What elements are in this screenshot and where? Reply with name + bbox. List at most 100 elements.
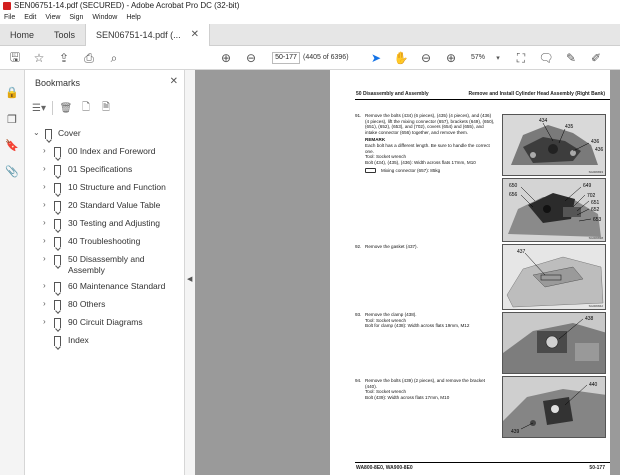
- chevron-down-icon[interactable]: ▾: [490, 50, 506, 66]
- chevron-right-icon[interactable]: ›: [43, 236, 46, 245]
- tab-document-label: SEN06751-14.pdf (...: [96, 30, 181, 40]
- search-icon[interactable]: ⌕: [106, 50, 122, 66]
- menu-file[interactable]: File: [4, 12, 15, 24]
- bookmark-label: Cover: [58, 128, 81, 138]
- page-header-title: Remove and Install Cylinder Head Assembl…: [468, 91, 605, 97]
- callout-label: 436: [591, 139, 600, 145]
- callout-label: 653: [593, 217, 602, 223]
- chevron-right-icon[interactable]: ›: [43, 317, 46, 326]
- new-bookmark-icon[interactable]: 🗋: [79, 101, 93, 115]
- pdf-page: 50 Disassembly and Assembly Remove and I…: [330, 70, 610, 475]
- left-navigation-rail: 🔒 ❐ 🔖 📎: [0, 70, 25, 475]
- zoom-out-icon[interactable]: ⊖: [418, 50, 434, 66]
- chevron-right-icon[interactable]: ›: [43, 299, 46, 308]
- callout-label: 702: [587, 193, 596, 199]
- trash-icon[interactable]: 🗑: [59, 101, 73, 115]
- chevron-down-icon[interactable]: ⌄: [33, 128, 40, 137]
- acrobat-app-icon: [3, 2, 11, 10]
- chevron-right-icon[interactable]: ›: [43, 281, 46, 290]
- bookmark-icon: [54, 318, 61, 328]
- bookmark-label: 80 Others: [68, 299, 106, 309]
- panel-splitter[interactable]: ◀: [185, 70, 195, 475]
- collapse-panel-icon[interactable]: ◀: [187, 275, 192, 283]
- hand-icon[interactable]: ✋: [393, 50, 409, 66]
- figure-clamp: 438: [502, 312, 606, 374]
- bookmark-label: 00 Index and Foreword: [68, 146, 156, 156]
- weight-icon: [365, 168, 376, 174]
- chevron-right-icon[interactable]: ›: [43, 182, 46, 191]
- tab-home[interactable]: Home: [0, 24, 44, 46]
- tab-tools[interactable]: Tools: [44, 24, 85, 46]
- bookmarks-title: Bookmarks: [35, 78, 81, 88]
- page-fit-icon[interactable]: ⛶: [513, 50, 529, 66]
- figure-code: SG006842: [588, 304, 603, 308]
- weight-line: Mixing connector (657): 85kg: [365, 168, 495, 174]
- bookmark-label: 01 Specifications: [68, 164, 133, 174]
- highlight-icon[interactable]: ✐: [588, 50, 604, 66]
- figure-bracket: 440 439: [502, 376, 606, 438]
- star-icon[interactable]: ☆: [31, 50, 47, 66]
- close-icon[interactable]: ✕: [191, 24, 199, 46]
- toolbar-divider: [52, 101, 53, 115]
- bolt-spec: Bolt for clamp (438): Width across flats…: [365, 323, 470, 329]
- bookmark-icon: [54, 300, 61, 310]
- figure-gasket: 437 SG006842: [502, 244, 606, 310]
- bookmark-icon: [54, 219, 61, 229]
- close-icon[interactable]: ✕: [170, 76, 178, 87]
- menu-bar: File Edit View Sign Window Help: [0, 12, 620, 24]
- chevron-right-icon[interactable]: ›: [43, 254, 46, 263]
- header-rule: [355, 99, 610, 100]
- step-number: 94.: [355, 378, 362, 383]
- bookmark-icon: [54, 183, 61, 193]
- zoom-in-icon[interactable]: ⊕: [443, 50, 459, 66]
- bookmark-icon[interactable]: 🔖: [5, 138, 19, 152]
- arrow-down-circle-icon[interactable]: ⊖: [243, 50, 259, 66]
- chevron-right-icon[interactable]: ›: [43, 218, 46, 227]
- callout-label: 435: [565, 124, 574, 130]
- bookmark-icon: [54, 282, 61, 292]
- chevron-right-icon[interactable]: ›: [43, 200, 46, 209]
- pages-icon[interactable]: ❐: [5, 112, 19, 126]
- menu-help[interactable]: Help: [126, 12, 140, 24]
- save-icon[interactable]: 🖫: [7, 50, 23, 66]
- callout-label: 652: [591, 207, 600, 213]
- bookmark-properties-icon[interactable]: 🗎: [99, 101, 113, 115]
- page-count: (4405 of 6396): [303, 54, 349, 61]
- bookmark-label: 30 Testing and Adjusting: [68, 218, 160, 228]
- menu-sign[interactable]: Sign: [69, 12, 83, 24]
- window-title: SEN06751-14.pdf (SECURED) - Adobe Acroba…: [14, 1, 240, 10]
- callout-label: 436: [595, 147, 604, 153]
- bookmark-icon: [54, 147, 61, 157]
- step-text: Remove the gasket (437).: [365, 244, 418, 249]
- bookmark-label: Index: [68, 335, 89, 345]
- bookmark-icon: [54, 165, 61, 175]
- document-viewport[interactable]: 50 Disassembly and Assembly Remove and I…: [195, 70, 620, 475]
- select-cursor-icon[interactable]: ➤: [368, 50, 384, 66]
- arrow-up-circle-icon[interactable]: ⊕: [218, 50, 234, 66]
- tab-document[interactable]: SEN06751-14.pdf (... ✕: [85, 24, 210, 46]
- attachment-icon[interactable]: 📎: [5, 164, 19, 178]
- menu-view[interactable]: View: [45, 12, 60, 24]
- print-icon[interactable]: ⎙: [81, 50, 97, 66]
- pen-icon[interactable]: ✎: [563, 50, 579, 66]
- chevron-right-icon[interactable]: ›: [43, 164, 46, 173]
- upload-icon[interactable]: ⇪: [56, 50, 72, 66]
- bookmark-icon: [54, 201, 61, 211]
- menu-window[interactable]: Window: [92, 12, 117, 24]
- page-number-input[interactable]: 50-177: [272, 52, 300, 64]
- step-number: 91.: [355, 113, 362, 118]
- comment-icon[interactable]: 🗨: [538, 50, 554, 66]
- page-footer-model: WA800-8E0, WA900-8E0: [356, 465, 413, 471]
- weight-text: Mixing connector (657): 85kg: [381, 168, 441, 174]
- options-menu-icon[interactable]: ☰▾: [32, 101, 46, 115]
- callout-label: 649: [583, 183, 592, 189]
- zoom-level[interactable]: 57%: [471, 54, 485, 61]
- lock-icon[interactable]: 🔒: [5, 85, 19, 99]
- menu-edit[interactable]: Edit: [24, 12, 36, 24]
- bookmark-icon: [54, 255, 61, 265]
- chevron-right-icon[interactable]: ›: [43, 146, 46, 155]
- figure-mixing-connector-bolts: 434 435 436 436 SG006833: [502, 114, 606, 176]
- bookmark-icon: [54, 336, 61, 346]
- bolt-spec: Bolt (439): Width across flats 17mm, M10: [365, 394, 450, 400]
- callout-label: 440: [589, 382, 598, 388]
